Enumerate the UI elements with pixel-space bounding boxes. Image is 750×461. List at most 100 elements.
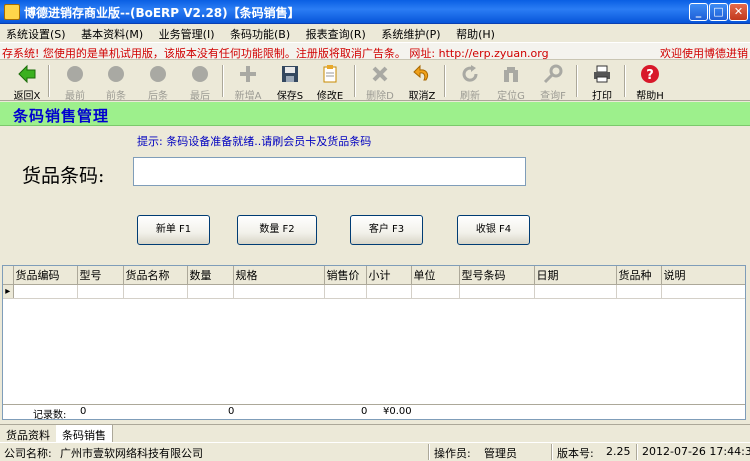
menu-system-settings[interactable]: 系统设置(S) (0, 24, 72, 42)
table-cell[interactable] (534, 284, 617, 299)
company-name: 广州市壹软网络科技有限公司 (60, 447, 203, 460)
prev-record-button[interactable]: 前条 (97, 61, 135, 102)
column-header[interactable]: 型号 (77, 266, 124, 285)
row-indicator-icon: ▸ (3, 284, 14, 299)
delete-icon (372, 66, 388, 82)
table-cell[interactable] (13, 284, 78, 299)
add-icon (240, 66, 256, 82)
status-separator (551, 444, 553, 460)
column-header[interactable]: 型号条码 (459, 266, 535, 285)
barcode-sales-form: 提示: 条码设备准备就绪..请刷会员卡及货品条码 货品条码: 新单 F1 数量 … (0, 127, 750, 265)
column-header[interactable]: 货品种 (616, 266, 662, 285)
status-datetime: 2012-07-26 17:44:35 (642, 445, 750, 458)
save-button[interactable]: 保存S (271, 61, 309, 102)
maximize-button[interactable]: □ (709, 3, 728, 21)
column-header[interactable]: 货品编码 (13, 266, 78, 285)
version-label: 版本号: (557, 447, 594, 460)
status-separator (636, 444, 638, 460)
trial-notice: 存系统! 您使用的是单机试用版，该版本没有任何功能限制。注册版将取消广告条。 网… (2, 47, 549, 60)
subtotal-total: ¥0.00 (383, 406, 412, 417)
table-cell[interactable] (233, 284, 325, 299)
window-title: 博德进销存商业版--(BoERP V2.28)【条码销售】 (24, 6, 300, 20)
sales-grid[interactable]: 货品编码 型号 货品名称 数量 规格 销售价 小计 单位 型号条码 日期 货品种… (2, 265, 746, 420)
tab-product-data[interactable]: 货品资料 (0, 425, 57, 443)
table-cell[interactable] (366, 284, 412, 299)
locate-button[interactable]: 定位G (492, 61, 530, 102)
menu-basic-data[interactable]: 基本资料(M) (75, 24, 149, 42)
table-row[interactable]: ▸ (3, 284, 745, 299)
delete-button[interactable]: 删除D (361, 61, 399, 102)
new-order-button[interactable]: 新单 F1 (137, 215, 210, 245)
search-icon (543, 64, 563, 84)
edit-button[interactable]: 修改E (311, 61, 349, 102)
table-cell[interactable] (187, 284, 234, 299)
next-record-icon (150, 66, 166, 82)
column-header[interactable]: 小计 (366, 266, 412, 285)
window-tabs: 货品资料 条码销售 (0, 424, 750, 443)
save-icon (282, 66, 298, 82)
company-label: 公司名称: (4, 447, 52, 460)
locate-icon (504, 67, 518, 82)
sales-table: 货品编码 型号 货品名称 数量 规格 销售价 小计 单位 型号条码 日期 货品种… (3, 266, 745, 299)
status-separator (428, 444, 430, 460)
table-cell[interactable] (411, 284, 460, 299)
menu-bar: 系统设置(S) 基本资料(M) 业务管理(I) 条码功能(B) 报表查询(R) … (0, 24, 750, 42)
operator-name: 管理员 (484, 447, 517, 460)
table-cell[interactable] (616, 284, 662, 299)
undo-icon (413, 64, 429, 81)
menu-business[interactable]: 业务管理(I) (153, 24, 221, 42)
column-header[interactable]: 数量 (187, 266, 234, 285)
grid-header-row: 货品编码 型号 货品名称 数量 规格 销售价 小计 单位 型号条码 日期 货品种… (3, 266, 745, 285)
status-bar: 公司名称: 广州市壹软网络科技有限公司 操作员: 管理员 版本号: 2.25 2… (0, 442, 750, 461)
checkout-button[interactable]: 收银 F4 (457, 215, 530, 245)
table-cell[interactable] (661, 284, 745, 299)
table-cell[interactable] (459, 284, 535, 299)
last-record-button[interactable]: 最后 (181, 61, 219, 102)
toolbar-separator (624, 65, 626, 97)
column-header[interactable]: 单位 (411, 266, 460, 285)
toolbar-separator (222, 65, 224, 97)
refresh-icon (462, 65, 478, 82)
help-button[interactable]: ? 帮助H (631, 61, 669, 102)
table-cell[interactable] (123, 284, 188, 299)
cancel-button[interactable]: 取消Z (403, 61, 441, 102)
minimize-button[interactable]: _ (689, 3, 708, 21)
column-header[interactable]: 规格 (233, 266, 325, 285)
help-icon: ? (641, 65, 659, 83)
module-title: 条码销售管理 (13, 107, 110, 125)
barcode-input[interactable] (133, 157, 526, 186)
ad-notice-bar: 存系统! 您使用的是单机试用版，该版本没有任何功能限制。注册版将取消广告条。 网… (0, 42, 750, 60)
table-cell[interactable] (324, 284, 367, 299)
welcome-text: 欢迎使用博德进销 (660, 47, 748, 60)
print-button[interactable]: 打印 (583, 61, 621, 102)
device-hint: 提示: 条码设备准备就绪..请刷会员卡及货品条码 (137, 135, 372, 148)
menu-reports[interactable]: 报表查询(R) (300, 24, 372, 42)
grid-corner (3, 266, 14, 285)
toolbar-separator (48, 65, 50, 97)
menu-maintenance[interactable]: 系统维护(P) (375, 24, 446, 42)
column-header[interactable]: 说明 (661, 266, 745, 285)
tab-barcode-sales[interactable]: 条码销售 (56, 425, 113, 443)
add-button[interactable]: 新增A (229, 61, 267, 102)
back-button[interactable]: 返回X (8, 61, 46, 102)
column-header[interactable]: 销售价 (324, 266, 367, 285)
search-button[interactable]: 查询F (534, 61, 572, 102)
menu-barcode[interactable]: 条码功能(B) (224, 24, 296, 42)
menu-help[interactable]: 帮助(H) (450, 24, 501, 42)
first-record-icon (67, 66, 83, 82)
column-header[interactable]: 日期 (534, 266, 617, 285)
record-count-label: 记录数: (33, 410, 67, 420)
printer-icon (594, 65, 610, 83)
first-record-button[interactable]: 最前 (56, 61, 94, 102)
toolbar-separator (354, 65, 356, 97)
table-cell[interactable] (77, 284, 124, 299)
customer-button[interactable]: 客户 F3 (350, 215, 423, 245)
column-header[interactable]: 货品名称 (123, 266, 188, 285)
next-record-button[interactable]: 后条 (139, 61, 177, 102)
svg-text:?: ? (646, 68, 654, 83)
quantity-button[interactable]: 数量 F2 (237, 215, 317, 245)
barcode-label: 货品条码: (22, 165, 105, 187)
close-button[interactable]: ✕ (729, 3, 748, 21)
quantity-total: 0 (228, 406, 235, 417)
refresh-button[interactable]: 刷新 (451, 61, 489, 102)
